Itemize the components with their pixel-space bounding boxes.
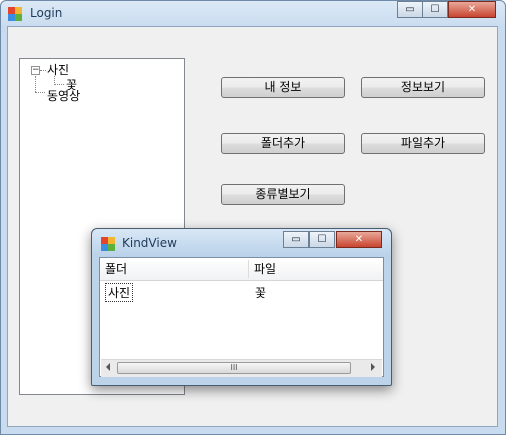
tree-connector xyxy=(54,84,64,85)
scroll-left-arrow-icon[interactable] xyxy=(106,363,110,371)
collapse-icon[interactable]: − xyxy=(31,66,40,75)
row-folder-cell[interactable]: 사진 xyxy=(105,283,134,302)
view-by-kind-button[interactable]: 종류별보기 xyxy=(221,184,345,205)
scroll-right-arrow-icon[interactable] xyxy=(371,363,375,371)
my-info-button[interactable]: 내 정보 xyxy=(221,77,345,98)
column-header-folder[interactable]: 폴더 xyxy=(100,258,248,280)
tree-connector xyxy=(35,76,36,92)
close-button[interactable]: ✕ xyxy=(448,1,496,18)
kind-list-view[interactable]: 폴더 파일 사진 꽃 III xyxy=(99,257,384,377)
window-title: Login xyxy=(30,6,63,20)
maximize-button[interactable]: ☐ xyxy=(422,1,448,18)
dialog-minimize-button[interactable]: ▭ xyxy=(283,231,309,248)
add-folder-button[interactable]: 폴더추가 xyxy=(221,133,345,154)
dialog-titlebar[interactable]: KindView ▭ ☐ ✕ xyxy=(92,229,391,257)
tree-node-videos[interactable]: 동영상 xyxy=(47,87,80,104)
list-header: 폴더 파일 xyxy=(100,258,383,281)
tree-connector xyxy=(35,92,45,93)
kindview-dialog: KindView ▭ ☐ ✕ 폴더 파일 사진 꽃 III xyxy=(91,228,392,386)
dialog-title: KindView xyxy=(122,236,177,250)
app-icon xyxy=(8,7,22,21)
scroll-thumb[interactable]: III xyxy=(117,362,351,374)
dialog-maximize-button[interactable]: ☐ xyxy=(309,231,335,248)
view-info-button[interactable]: 정보보기 xyxy=(361,77,485,98)
dialog-close-button[interactable]: ✕ xyxy=(336,231,382,248)
minimize-button[interactable]: ▭ xyxy=(397,1,423,18)
horizontal-scrollbar[interactable]: III xyxy=(101,359,382,377)
tree-connector xyxy=(40,70,46,71)
column-header-file[interactable]: 파일 xyxy=(249,258,379,280)
add-file-button[interactable]: 파일추가 xyxy=(361,133,485,154)
row-file-cell[interactable]: 꽃 xyxy=(255,284,266,301)
main-titlebar[interactable]: Login ▭ ☐ ✕ xyxy=(1,1,505,27)
dialog-app-icon xyxy=(101,237,115,251)
